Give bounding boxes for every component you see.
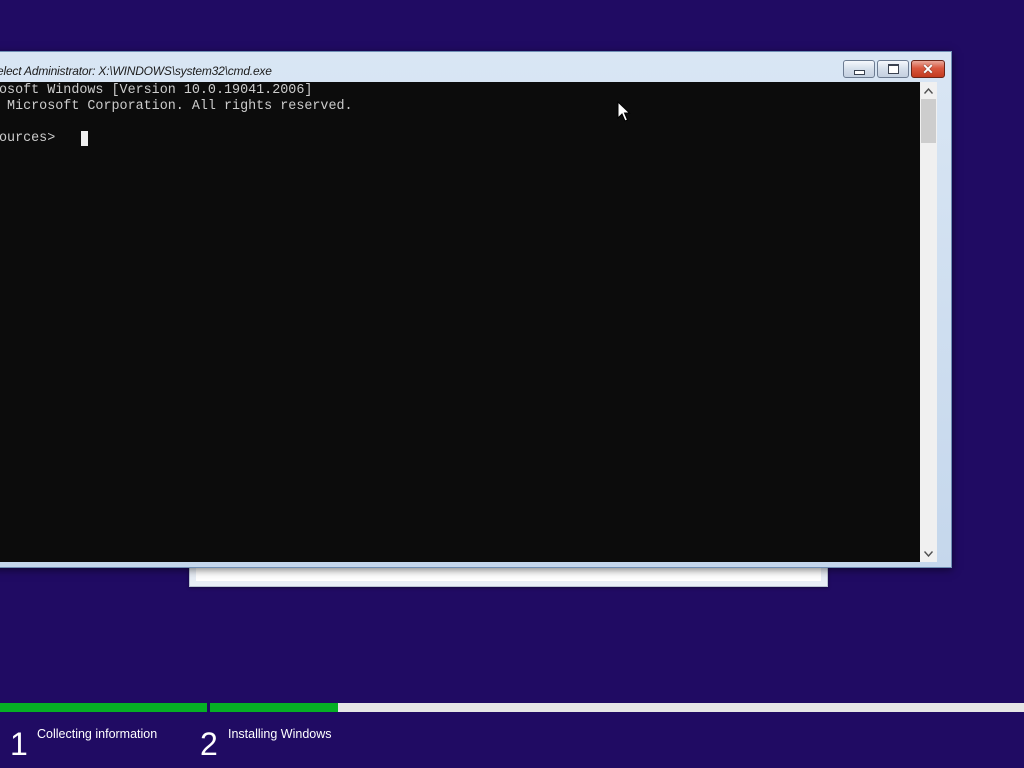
- progress-fill: [0, 703, 207, 712]
- scroll-down-button[interactable]: [920, 545, 937, 562]
- progress-bar-collecting-information: [0, 703, 207, 712]
- chevron-up-icon: [924, 87, 933, 94]
- console-output[interactable]: osoft Windows [Version 10.0.19041.2006] …: [0, 82, 920, 562]
- console-text: osoft Windows [Version 10.0.19041.2006] …: [0, 83, 353, 147]
- text-cursor: [81, 131, 88, 146]
- maximize-icon: [887, 64, 899, 74]
- step-label: Installing Windows: [228, 727, 332, 741]
- step-label: Collecting information: [37, 727, 158, 741]
- close-button[interactable]: ✕: [911, 60, 945, 78]
- mouse-pointer-icon: [617, 101, 631, 122]
- close-icon: ✕: [922, 61, 934, 77]
- step-number: 1: [10, 726, 28, 762]
- console-prompt: ources>: [0, 131, 56, 146]
- window-title: elect Administrator: X:\WINDOWS\system32…: [0, 64, 272, 78]
- title-bar[interactable]: elect Administrator: X:\WINDOWS\system32…: [0, 52, 951, 82]
- scroll-up-button[interactable]: [920, 82, 937, 99]
- step-number: 2: [200, 726, 218, 762]
- console-line: osoft Windows [Version 10.0.19041.2006]: [0, 83, 313, 98]
- scroll-thumb[interactable]: [921, 99, 936, 143]
- minimize-button[interactable]: [843, 60, 875, 78]
- maximize-button[interactable]: [877, 60, 909, 78]
- progress-bar-installing-windows: [210, 703, 1024, 712]
- chevron-down-icon: [924, 550, 933, 557]
- vertical-scrollbar[interactable]: [920, 82, 937, 562]
- minimize-icon: [853, 69, 865, 75]
- command-prompt-window[interactable]: elect Administrator: X:\WINDOWS\system32…: [0, 51, 952, 568]
- progress-fill: [210, 703, 338, 712]
- console-line: Microsoft Corporation. All rights reserv…: [0, 99, 353, 114]
